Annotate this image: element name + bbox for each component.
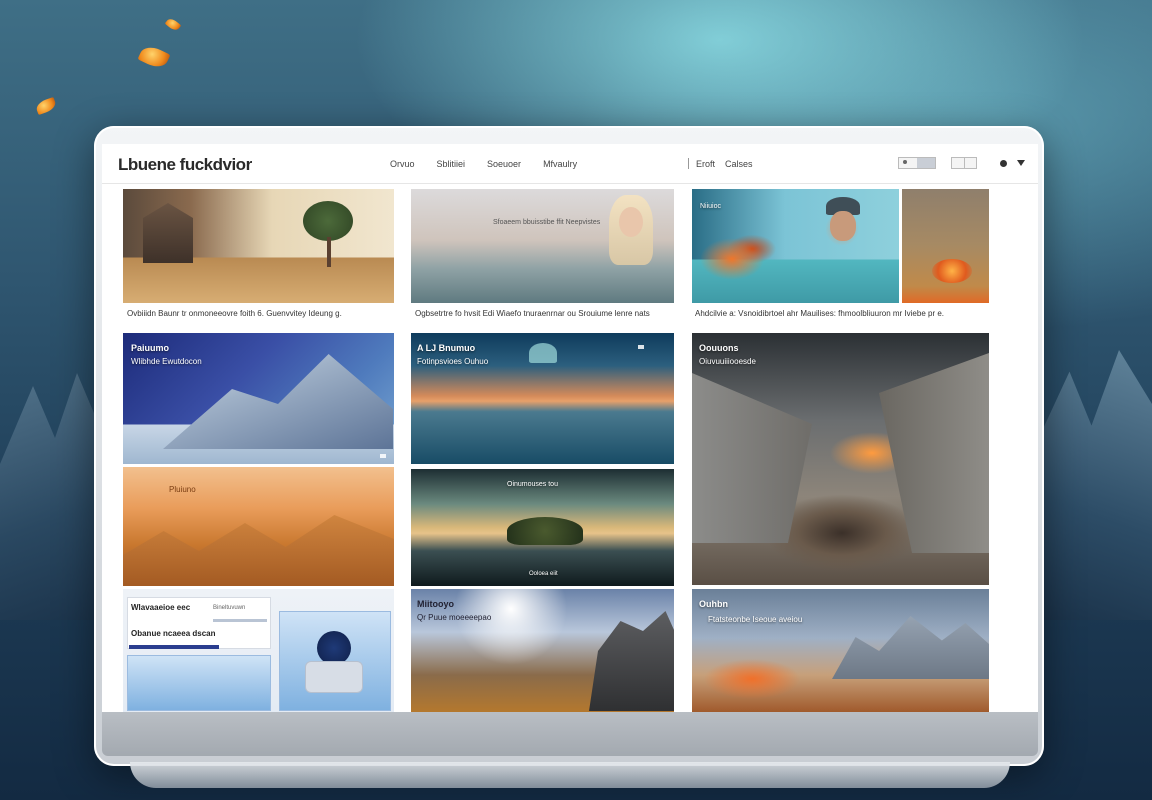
nav-link-4[interactable]: Mfvaulry <box>543 159 577 169</box>
corner-icon <box>638 345 644 349</box>
card-subtitle: Ooloea eiit <box>529 571 558 577</box>
top-navbar: Lbuene fuckdvior Orvuo Sblitiiei Soeuoer… <box>102 144 1038 184</box>
nav-divider <box>688 158 689 169</box>
user-icon[interactable] <box>1000 160 1007 167</box>
card-title: Pluiuno <box>169 485 196 494</box>
text-placeholder-line <box>213 619 267 622</box>
card-crater[interactable]: Oouuons Oiuvuuiiiooesde <box>692 333 989 585</box>
search-icon <box>903 160 907 164</box>
card-overlay-text: Niiuioc <box>700 203 722 210</box>
brand-logo[interactable]: Lbuene fuckdvior <box>118 155 252 175</box>
island-shape <box>507 517 583 545</box>
grid-view-toggle[interactable] <box>951 157 977 169</box>
card-overlay-text: Sfoaeem bbuisstibe ffit Neepvistes <box>493 219 601 226</box>
tree-shape <box>303 201 353 241</box>
nav-extra-links: Eroft Calses <box>696 159 753 169</box>
card-title: Oouuons <box>699 343 739 353</box>
card-subtitle: Ftatsteonbe Iseoue aveiou <box>708 615 803 624</box>
card-subtitle: Fotinpsvioes Ouhuo <box>417 357 489 366</box>
card-title: Wlavaaeioe eec <box>131 603 191 612</box>
card-blue-mountain[interactable]: Paiuumo Wlibhde Ewutdocon <box>123 333 394 464</box>
card-caption: Ovbiiidn Baunr tr onmoneeovre foith 6. G… <box>127 309 342 318</box>
nav-extra-link-1[interactable]: Eroft <box>696 159 715 169</box>
monitor-stand <box>130 762 1010 788</box>
tree-trunk <box>327 237 331 267</box>
nav-link-1[interactable]: Orvuo <box>390 159 415 169</box>
card-label: Bineltuvuwn <box>213 605 246 611</box>
screen-panel <box>127 655 271 711</box>
face-shape <box>830 211 856 241</box>
search-toggle[interactable] <box>898 157 936 169</box>
nav-extra-link-2[interactable]: Calses <box>725 159 753 169</box>
card-dashboard[interactable]: Wlavaaeioe eec Obanue ncaeea dscan Binel… <box>123 589 394 712</box>
leaf-decoration <box>34 96 58 116</box>
background-mountain <box>1042 350 1152 620</box>
card-title: Paiuumo <box>131 343 170 353</box>
card-island[interactable]: Oinumouses tou Ooloea eiit <box>411 469 674 586</box>
jellyfish-shape <box>529 343 557 363</box>
nav-links: Orvuo Sblitiiei Soeuoer Mfvaulry <box>390 159 577 169</box>
corner-icon <box>380 454 386 458</box>
toggle-knob <box>917 158 935 168</box>
progress-bar <box>129 645 219 649</box>
card-image <box>902 189 989 303</box>
avatar-icon <box>317 631 351 665</box>
face-shape <box>619 207 643 237</box>
screen: Lbuene fuckdvior Orvuo Sblitiiei Soeuoer… <box>102 144 1038 712</box>
card-man[interactable]: Niiuioc <box>692 189 899 303</box>
chevron-down-icon[interactable] <box>1017 160 1025 166</box>
card-side-image[interactable] <box>902 189 989 303</box>
card-title: Ouhbn <box>699 599 728 609</box>
card-caption: Ahdcilvie a: Vsnoidibrtoel ahr Mauilises… <box>695 309 945 318</box>
nav-link-2[interactable]: Sblitiiei <box>437 159 466 169</box>
card-caption: Ogbsetrtre fo hvsit Edi Wiaefo tnuraenrn… <box>415 309 650 318</box>
card-woman[interactable]: Sfoaeem bbuisstibe ffit Neepvistes <box>411 189 674 303</box>
card-subtitle: Qr Puue moeeeepao <box>417 613 492 622</box>
monitor-bezel <box>102 712 1038 756</box>
card-title: Miitooyo <box>417 599 454 609</box>
card-subtitle: Obanue ncaeea dscan <box>131 629 216 638</box>
card-orange-mountain[interactable]: Pluiuno <box>123 467 394 586</box>
card-fire-mountain[interactable]: Ouhbn Ftatsteonbe Iseoue aveiou <box>692 589 989 712</box>
card-title: Oinumouses tou <box>507 481 558 488</box>
fire-glow <box>932 259 972 283</box>
leaf-decoration <box>164 16 182 33</box>
card-sea-sunset[interactable]: A LJ Bnumuo Fotinpsvioes Ouhuo <box>411 333 674 464</box>
card-sunrise[interactable]: Miitooyo Qr Puue moeeeepao <box>411 589 674 712</box>
card-subtitle: Oiuvuuiiiooesde <box>699 357 756 366</box>
nav-link-3[interactable]: Soeuoer <box>487 159 521 169</box>
chair-shape <box>305 661 363 693</box>
card-subtitle: Wlibhde Ewutdocon <box>131 357 202 366</box>
card-desert[interactable] <box>123 189 394 303</box>
leaf-decoration <box>137 42 171 72</box>
card-title: A LJ Bnumuo <box>417 343 476 353</box>
